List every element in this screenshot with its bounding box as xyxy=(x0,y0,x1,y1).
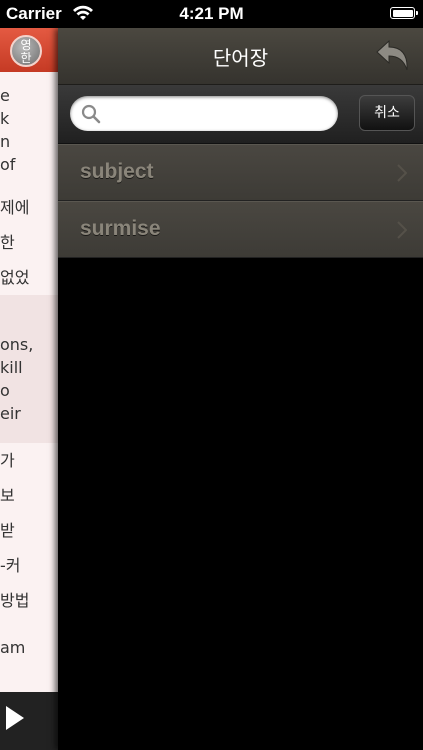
left-line: 제에 xyxy=(0,198,30,217)
left-line-gap xyxy=(0,618,58,636)
page-title: 단어장 xyxy=(212,46,269,70)
cancel-button[interactable]: 취소 xyxy=(359,95,415,131)
left-line-gap xyxy=(0,176,58,190)
background-page[interactable]: 영 한 e k n of 제에 한 없었 ons, kill o eir 가 보… xyxy=(0,28,58,750)
left-line: ons, xyxy=(0,333,58,356)
left-line: n xyxy=(0,132,11,151)
chevron-right-icon xyxy=(397,164,407,182)
left-line: 한 xyxy=(0,233,15,252)
left-header: 영 한 xyxy=(0,28,58,72)
left-line: 없었 xyxy=(0,268,30,287)
vocab-header: 단어장 xyxy=(58,28,423,85)
search-icon xyxy=(81,104,101,124)
status-time: 4:21 PM xyxy=(179,4,244,23)
left-line: e xyxy=(0,86,10,105)
left-line: 가 xyxy=(0,451,15,470)
language-toggle-button[interactable]: 영 한 xyxy=(10,35,42,67)
play-icon[interactable] xyxy=(6,706,24,730)
word-label: subject xyxy=(80,160,154,183)
left-line: kill xyxy=(0,356,58,379)
left-line-gap xyxy=(0,295,58,333)
lang-toggle-bottom: 한 xyxy=(20,51,32,65)
left-line: 받 xyxy=(0,521,15,540)
search-field[interactable] xyxy=(70,96,338,131)
left-line: o xyxy=(0,379,58,402)
status-bar: Carrier 4:21 PM xyxy=(0,0,423,28)
battery-icon xyxy=(390,7,418,19)
left-line: 보 xyxy=(0,486,15,505)
word-list-item[interactable]: subject xyxy=(58,144,423,201)
left-line: of xyxy=(0,155,16,174)
word-label: surmise xyxy=(80,217,161,240)
player-bar xyxy=(0,692,58,750)
search-bar: 취소 xyxy=(58,85,423,144)
left-page-text: e k n of 제에 한 없었 ons, kill o eir 가 보 받 -… xyxy=(0,84,58,659)
chevron-right-icon xyxy=(397,221,407,239)
left-line: -커 xyxy=(0,556,21,575)
left-line-gap xyxy=(0,425,58,443)
left-line: eir xyxy=(0,402,58,425)
back-arrow-icon[interactable] xyxy=(371,36,413,76)
word-list: subject surmise xyxy=(58,144,423,258)
word-list-item[interactable]: surmise xyxy=(58,201,423,258)
left-line: am xyxy=(0,638,26,657)
vocabulary-panel: 단어장 취소 subject surmise xyxy=(58,28,423,750)
left-line: k xyxy=(0,109,10,128)
search-input[interactable] xyxy=(108,100,332,128)
left-line: 방법 xyxy=(0,591,30,610)
